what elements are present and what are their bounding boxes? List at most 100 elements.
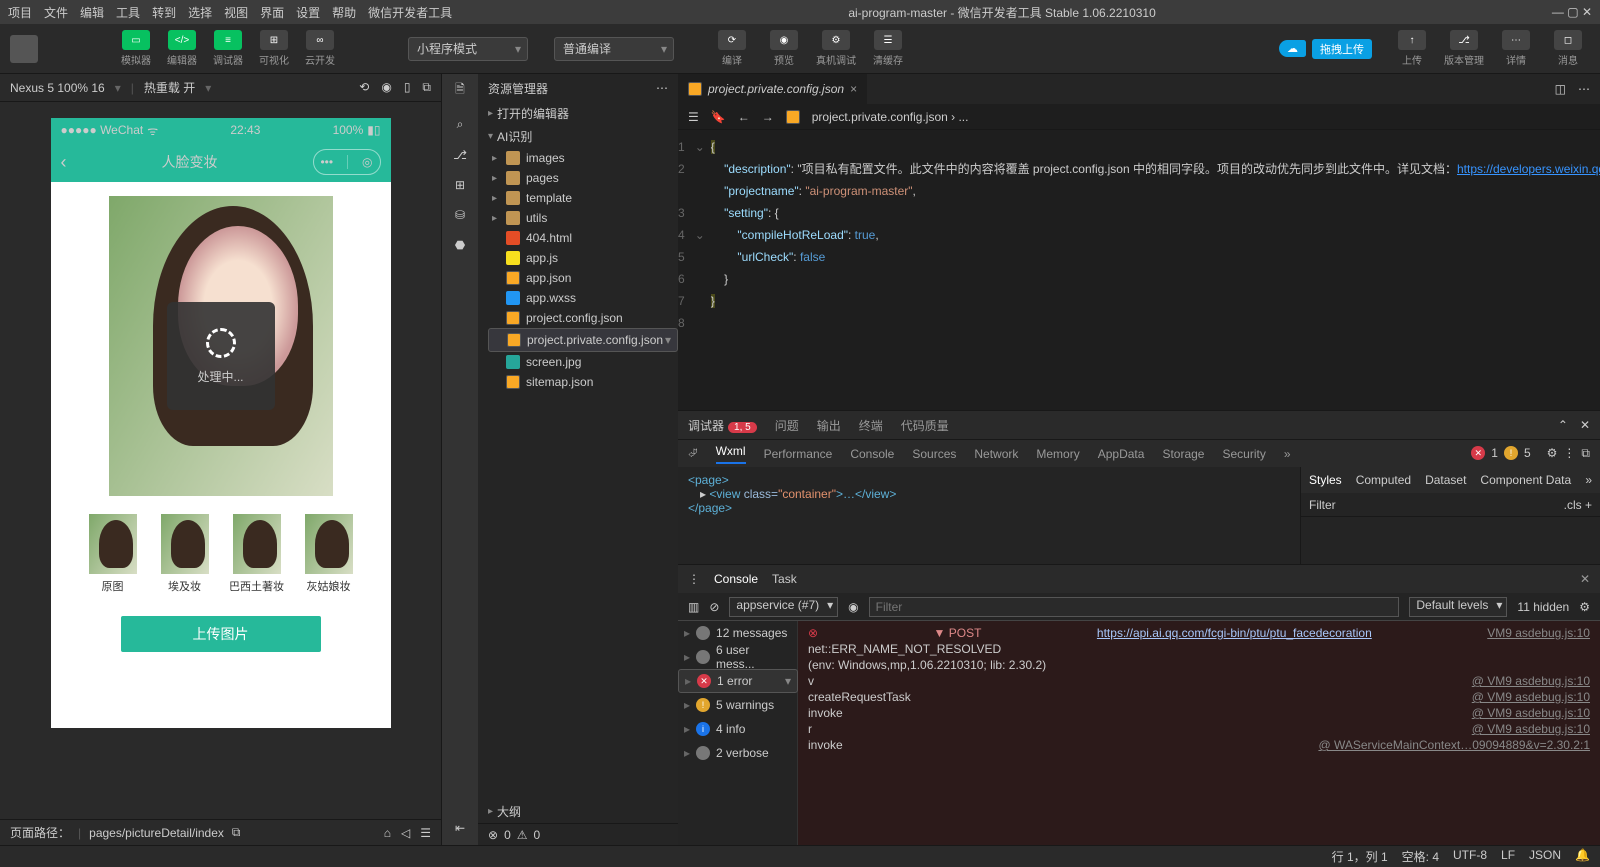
outline-section[interactable]: 大纲 bbox=[478, 800, 678, 823]
detail-button[interactable]: ⋯详情 bbox=[1494, 28, 1538, 70]
cloud-icon[interactable]: ☁ bbox=[1279, 40, 1306, 57]
console-gear-icon[interactable]: ⚙ bbox=[1579, 600, 1590, 614]
kebab-icon[interactable]: ⋮ bbox=[1563, 446, 1575, 461]
tree-project.config.json[interactable]: project.config.json bbox=[488, 308, 678, 328]
compile-button[interactable]: ⟳编译 bbox=[710, 28, 754, 70]
drawer-console[interactable]: Console bbox=[714, 572, 758, 586]
context-select[interactable]: appservice (#7) bbox=[729, 597, 838, 617]
nav-fwd-icon[interactable]: → bbox=[762, 110, 774, 124]
menu-edit[interactable]: 编辑 bbox=[80, 4, 104, 21]
expand-icon[interactable]: ▸ bbox=[684, 626, 690, 640]
message-button[interactable]: ◻消息 bbox=[1546, 28, 1590, 70]
list-icon[interactable]: ☰ bbox=[688, 110, 699, 124]
mode-select[interactable]: 小程序模式 bbox=[408, 37, 528, 61]
sidebar-toggle-icon[interactable]: ▥ bbox=[688, 600, 699, 614]
files-icon[interactable]: 🗎 bbox=[455, 80, 465, 101]
expand-icon[interactable]: ▸ bbox=[684, 698, 690, 712]
capsule[interactable]: •••◎ bbox=[313, 149, 381, 175]
menu-file[interactable]: 文件 bbox=[44, 4, 68, 21]
styletab-styles[interactable]: Styles bbox=[1309, 473, 1342, 487]
collapse-icon[interactable]: ⇤ bbox=[455, 821, 465, 835]
console-filter-input[interactable] bbox=[869, 597, 1400, 617]
tab-close-icon[interactable]: × bbox=[850, 82, 857, 96]
eye-icon[interactable]: ◉ bbox=[848, 600, 858, 614]
ext-icon[interactable]: ⊞ bbox=[455, 178, 465, 192]
inspect-icon[interactable]: ⮰ bbox=[688, 446, 698, 461]
console-output[interactable]: ⊗ ▼ POST https://api.ai.qq.com/fcgi-bin/… bbox=[798, 621, 1600, 845]
devtab-network[interactable]: Network bbox=[974, 447, 1018, 461]
indent[interactable]: 空格: 4 bbox=[1402, 848, 1439, 865]
devtab-security[interactable]: Security bbox=[1222, 447, 1265, 461]
editor-tab[interactable]: project.private.config.json × bbox=[678, 74, 867, 104]
styletab-compdata[interactable]: Component Data bbox=[1480, 473, 1571, 487]
tree-template[interactable]: template bbox=[488, 188, 678, 208]
drawer-close-icon[interactable]: ✕ bbox=[1580, 572, 1590, 586]
menu-devtools[interactable]: 微信开发者工具 bbox=[368, 4, 452, 21]
menu-select[interactable]: 选择 bbox=[188, 4, 212, 21]
tree-project.private.config.json[interactable]: project.private.config.json bbox=[488, 328, 678, 352]
git-icon[interactable]: ⎇ bbox=[453, 148, 467, 162]
devtab-perf[interactable]: Performance bbox=[764, 447, 833, 461]
menu-view[interactable]: 视图 bbox=[224, 4, 248, 21]
tab-output[interactable]: 输出 bbox=[817, 417, 841, 434]
tab-terminal[interactable]: 终端 bbox=[859, 417, 883, 434]
expand-icon[interactable]: ▸ bbox=[684, 746, 690, 760]
simulator-button[interactable]: ▭模拟器 bbox=[114, 28, 158, 70]
upload-button[interactable]: ↑上传 bbox=[1390, 28, 1434, 70]
menu-sim-icon[interactable]: ☰ bbox=[420, 826, 431, 840]
msg-filter[interactable]: ▸12 messages bbox=[678, 621, 797, 645]
dom-tree[interactable]: <page> ▸ <view class="container">…</view… bbox=[678, 467, 1300, 564]
project-section[interactable]: AI识别 bbox=[478, 125, 678, 148]
devtab-storage[interactable]: Storage bbox=[1162, 447, 1204, 461]
drag-upload-badge[interactable]: 拖拽上传 bbox=[1312, 39, 1372, 59]
msg-filter[interactable]: ▸2 verbose bbox=[678, 741, 797, 765]
msg-filter[interactable]: ▸6 user mess... bbox=[678, 645, 797, 669]
back-sim-icon[interactable]: ◁ bbox=[401, 826, 410, 840]
tab-problems[interactable]: 问题 bbox=[775, 417, 799, 434]
devtab-console[interactable]: Console bbox=[850, 447, 894, 461]
phone-icon[interactable]: ▯ bbox=[404, 80, 411, 95]
expand-icon[interactable]: ▸ bbox=[685, 674, 691, 688]
db-icon[interactable]: ⛁ bbox=[455, 208, 465, 222]
copy-icon[interactable]: ⧉ bbox=[232, 825, 241, 840]
cls-toggle[interactable]: .cls bbox=[1564, 498, 1582, 512]
record-icon[interactable]: ◉ bbox=[381, 80, 391, 95]
encoding[interactable]: UTF-8 bbox=[1453, 848, 1487, 865]
tree-app.js[interactable]: app.js bbox=[488, 248, 678, 268]
bug-icon[interactable]: ⬣ bbox=[455, 238, 465, 252]
open-editors-section[interactable]: 打开的编辑器 bbox=[478, 102, 678, 125]
source-code[interactable]: { "description": "项目私有配置文件。此文件中的内容将覆盖 pr… bbox=[705, 130, 1600, 410]
device-select[interactable]: Nexus 5 100% 16 bbox=[10, 81, 105, 95]
minimize-icon[interactable]: — bbox=[1552, 5, 1564, 19]
bell-icon[interactable]: 🔔 bbox=[1575, 848, 1590, 865]
msg-filter[interactable]: ▸i4 info bbox=[678, 717, 797, 741]
version-button[interactable]: ⎇版本管理 bbox=[1442, 28, 1486, 70]
eol[interactable]: LF bbox=[1501, 848, 1515, 865]
devtab-wxml[interactable]: Wxml bbox=[716, 444, 746, 464]
visual-button[interactable]: ⊞可视化 bbox=[252, 28, 296, 70]
msg-filter[interactable]: ▸!5 warnings bbox=[678, 693, 797, 717]
menu-ui[interactable]: 界面 bbox=[260, 4, 284, 21]
cursor-pos[interactable]: 行 1，列 1 bbox=[1332, 848, 1388, 865]
gear-icon[interactable]: ⚙ bbox=[1547, 446, 1558, 461]
warning-icon[interactable]: ⚠ bbox=[517, 828, 528, 842]
thumb-brazil[interactable]: 巴西土著妆 bbox=[229, 514, 285, 594]
hidden-count[interactable]: 11 hidden bbox=[1517, 600, 1569, 614]
dock-icon[interactable]: ⧉ bbox=[1581, 446, 1590, 461]
editor-button[interactable]: </>编辑器 bbox=[160, 28, 204, 70]
tab-quality[interactable]: 代码质量 bbox=[901, 417, 949, 434]
refresh-icon[interactable]: ⟲ bbox=[359, 80, 369, 95]
tree-utils[interactable]: utils bbox=[488, 208, 678, 228]
levels-select[interactable]: Default levels bbox=[1409, 597, 1507, 617]
warn-badge-icon[interactable]: ! bbox=[1504, 446, 1518, 460]
tab-debugger[interactable]: 调试器1, 5 bbox=[688, 417, 757, 434]
maximize-icon[interactable]: ▢ bbox=[1567, 5, 1578, 19]
thumb-cinderella[interactable]: 灰姑娘妆 bbox=[301, 514, 357, 594]
expand-icon[interactable]: ▸ bbox=[684, 650, 690, 664]
home-icon[interactable]: ⌂ bbox=[384, 826, 391, 840]
menu-settings[interactable]: 设置 bbox=[296, 4, 320, 21]
tree-app.json[interactable]: app.json bbox=[488, 268, 678, 288]
remote-debug-button[interactable]: ⚙真机调试 bbox=[814, 28, 858, 70]
menu-project[interactable]: 项目 bbox=[8, 4, 32, 21]
close-icon[interactable]: ✕ bbox=[1582, 5, 1592, 19]
